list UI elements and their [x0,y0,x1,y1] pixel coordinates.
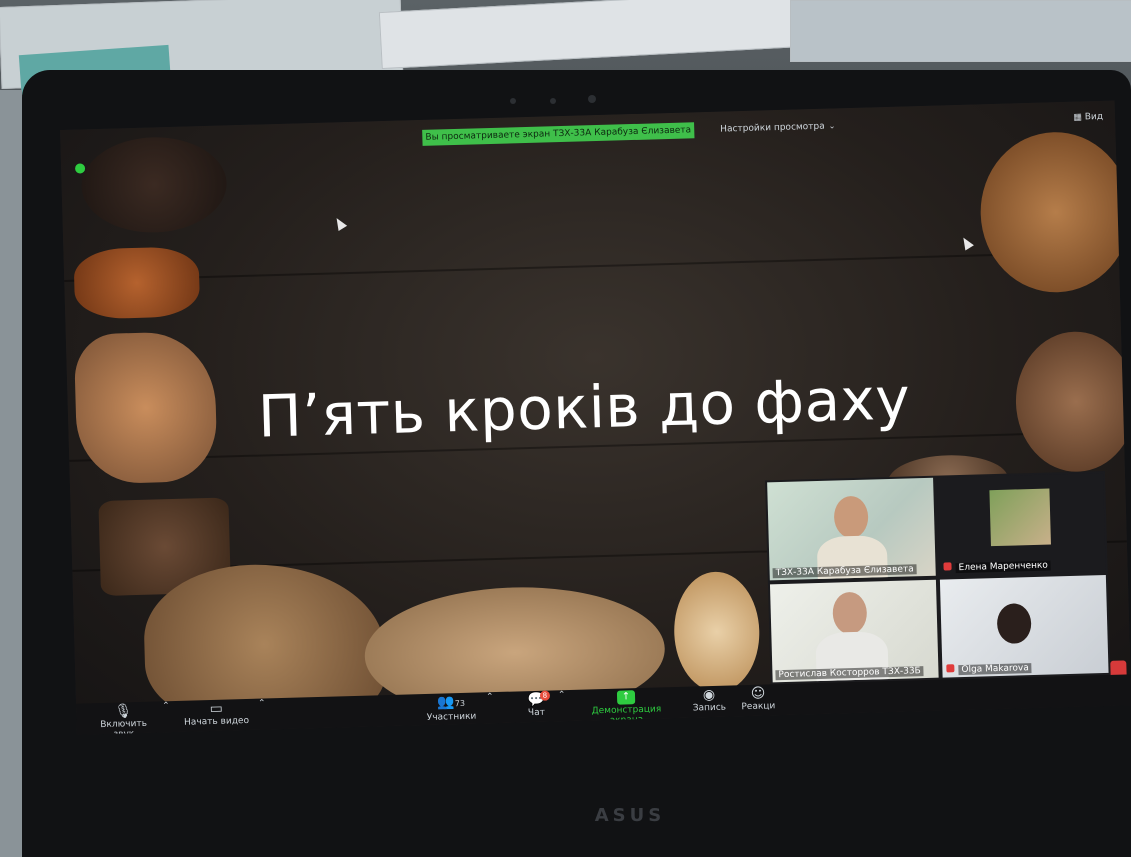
reactions-icon: ☺ [750,685,766,702]
view-button[interactable]: ▦ Вид [1073,109,1103,126]
participant-face [832,591,868,635]
mouse-cursor-icon [332,215,348,231]
share-screen-icon: ↑ [616,690,636,705]
chat-icon: 💬 [527,691,546,709]
laptop-screen: Вы просматриваете экран ТЗХ-33А Карабуза… [60,100,1131,735]
bread-image [672,570,761,694]
unmute-button[interactable]: 🎙 Включить звук [88,701,159,735]
record-label: Запись [692,702,727,714]
bread-image [978,130,1131,295]
participant-gallery: ТЗХ-33А Карабуза Єлизавета Елена Маренче… [765,470,1111,685]
mic-off-icon: 🎙 [114,703,133,720]
webcam-lens [588,95,596,103]
webcam-dot [550,98,556,104]
bread-image [1014,330,1131,474]
bread-image [73,330,218,485]
participant-name: Ростислав Косторров ТЗХ-33Б [775,666,924,681]
webcam-dot [510,98,516,104]
presentation-slide: Вы просматриваете экран ТЗХ-33А Карабуза… [60,100,1131,735]
muted-mic-icon [946,664,955,673]
reactions-label: Реакци [741,701,776,713]
view-options-dropdown[interactable]: Настройки просмотра ⌄ [720,118,836,137]
participant-name: Елена Маренченко [955,560,1052,574]
reactions-button[interactable]: ☺ Реакци [738,684,779,713]
participants-label: Участники [426,711,477,723]
view-options-label: Настройки просмотра [720,121,825,135]
wood-plank-line [64,250,1119,282]
record-icon: ◉ [702,686,716,704]
chevron-down-icon: ⌄ [828,121,836,131]
muted-mic-icon [943,562,952,571]
participant-tile[interactable]: Елена Маренченко [937,473,1106,576]
chat-button[interactable]: 💬 8 Чат [516,690,557,718]
chevron-up-icon[interactable]: ⌃ [162,701,170,711]
bread-image [73,246,201,320]
participant-tile[interactable]: ТЗХ-33А Карабуза Єлизавета [767,477,936,581]
participant-face [996,603,1032,645]
chat-label: Чат [527,707,546,719]
start-video-button[interactable]: ▭ Начать видео [176,699,257,728]
view-button-label: Вид [1084,111,1104,123]
bread-image [80,135,228,235]
chevron-up-icon[interactable]: ⌃ [486,692,494,702]
chevron-up-icon[interactable]: ⌃ [258,698,266,708]
screen-share-banner: Вы просматриваете экран ТЗХ-33А Карабуза… [422,122,695,146]
laptop-brand-logo: ASUS [594,805,666,826]
participants-icon: 👥73 [437,694,466,711]
video-off-icon: ▭ [209,700,224,718]
paper-sheet [790,0,1131,62]
record-button[interactable]: ◉ Запись [684,685,735,714]
participants-count: 73 [454,698,466,709]
participant-tile[interactable]: Ростислав Косторров ТЗХ-33Б [769,579,939,683]
participants-button[interactable]: 👥73 Участники [416,692,487,723]
start-video-label: Начать видео [183,715,250,728]
participant-avatar [989,488,1051,547]
participant-name: ТЗХ-33А Карабуза Єлизавета [772,564,917,579]
participant-face [833,495,869,539]
participant-tile[interactable]: Olga Makarova [939,574,1109,678]
mouse-cursor-icon [959,235,974,251]
wall-edge [0,90,22,857]
chevron-up-icon[interactable]: ⌃ [558,690,566,700]
unmute-label: Включить звук [100,718,148,735]
participant-name: Olga Makarova [958,663,1032,676]
